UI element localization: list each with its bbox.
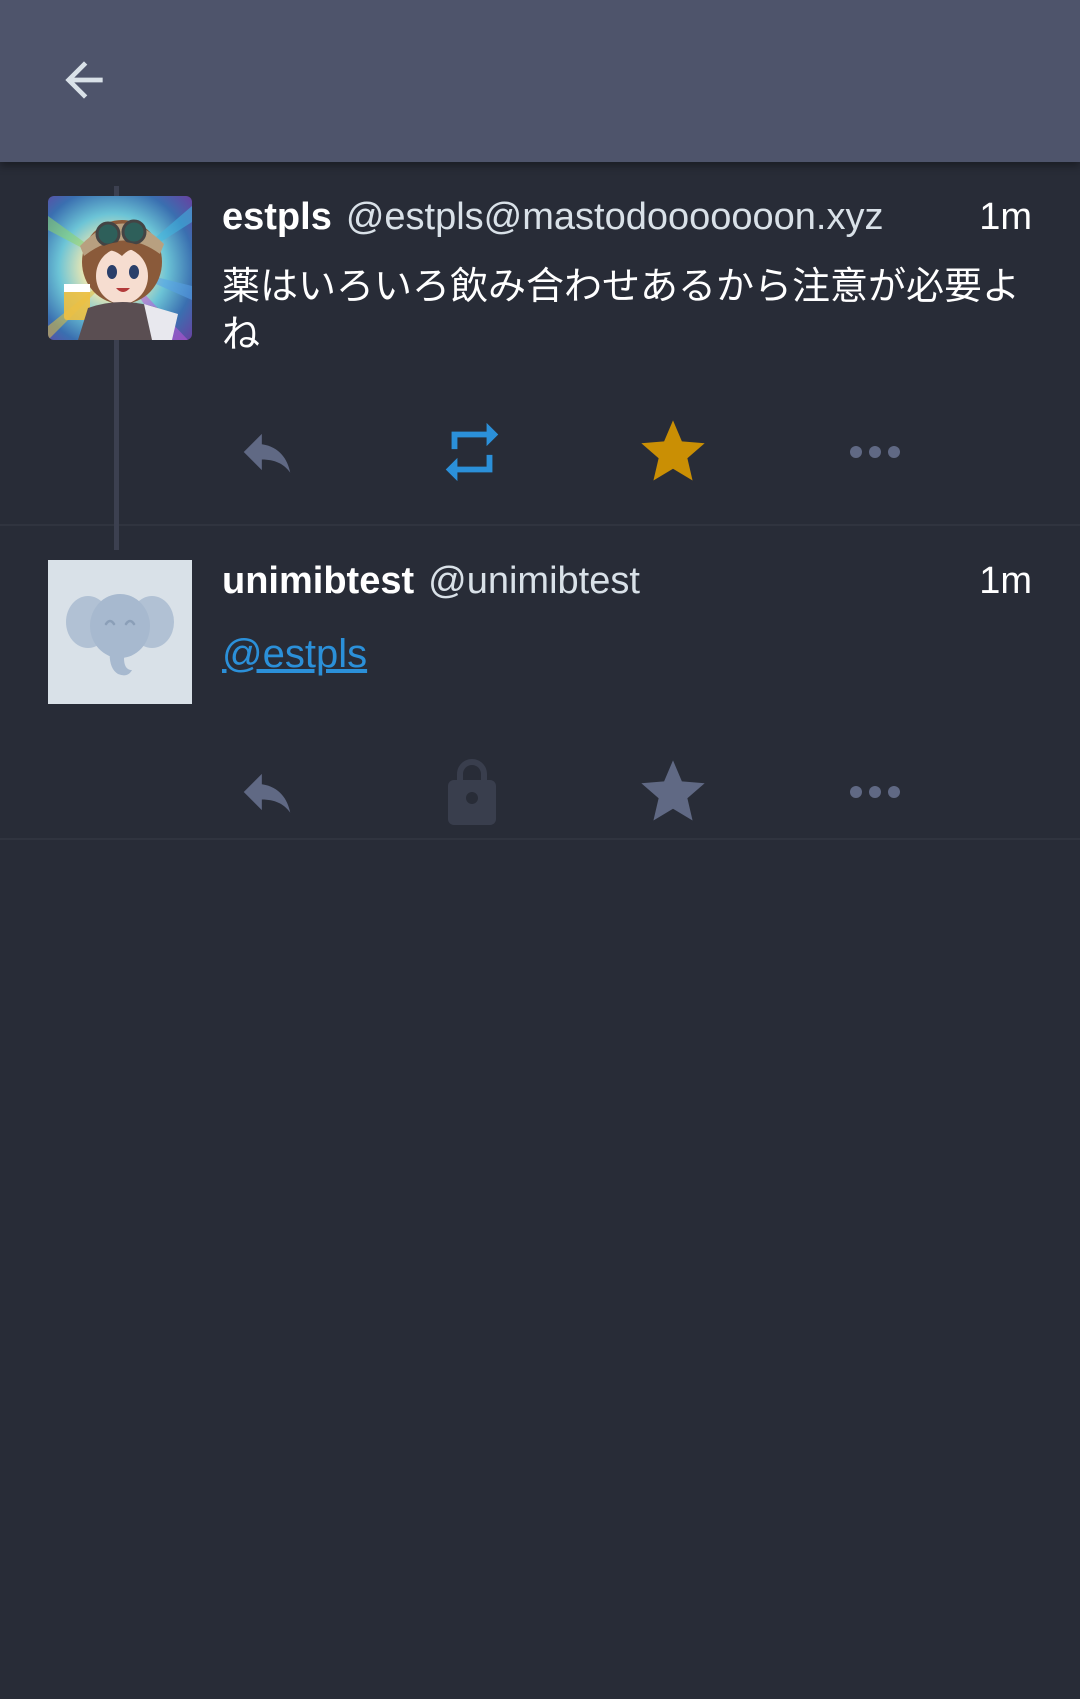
favourite-button[interactable] [628,752,718,832]
boost-disabled-button [427,752,517,832]
more-icon [850,786,900,798]
favourite-button[interactable] [628,412,718,492]
reply-button[interactable] [222,752,312,832]
status-content: 薬はいろいろ飲み合わせあるから注意が必要よね [222,264,1021,356]
status-item[interactable]: estpls @estpls@mastodooooooon.xyz 1m 薬はい… [0,162,1080,526]
reply-button[interactable] [222,412,312,492]
boost-icon [445,422,499,482]
relative-time: 1m [979,195,1032,238]
relative-time: 1m [979,559,1032,602]
toolbar [0,0,1080,162]
anime-character-avatar-image [48,196,192,340]
account-handle[interactable]: @estpls@mastodooooooon.xyz [346,196,969,239]
status-action-bar [222,412,922,492]
back-button[interactable] [44,40,124,120]
status-header: unimibtest @unimibtest 1m [222,556,1032,606]
default-elephant-avatar-image [48,560,192,704]
status-content: @estpls [222,630,1032,678]
more-options-button[interactable] [830,752,920,832]
display-name[interactable]: estpls [222,196,332,239]
mention-link[interactable]: @estpls [222,632,367,676]
display-name[interactable]: unimibtest [222,560,414,603]
more-icon [850,446,900,458]
account-handle[interactable]: @unimibtest [428,560,969,603]
app-root: estpls @estpls@mastodooooooon.xyz 1m 薬はい… [0,0,1080,1699]
reply-icon [243,433,291,473]
status-action-bar [222,752,922,832]
status-item[interactable]: unimibtest @unimibtest 1m @estpls [0,526,1080,840]
avatar[interactable] [48,560,192,704]
star-icon [641,420,705,481]
star-icon [641,760,705,821]
boost-button[interactable] [427,412,517,492]
arrow-left-icon [65,61,103,99]
lock-icon [448,759,496,825]
more-options-button[interactable] [830,412,920,492]
reply-icon [243,773,291,813]
status-header: estpls @estpls@mastodooooooon.xyz 1m [222,192,1032,242]
avatar[interactable] [48,196,192,340]
